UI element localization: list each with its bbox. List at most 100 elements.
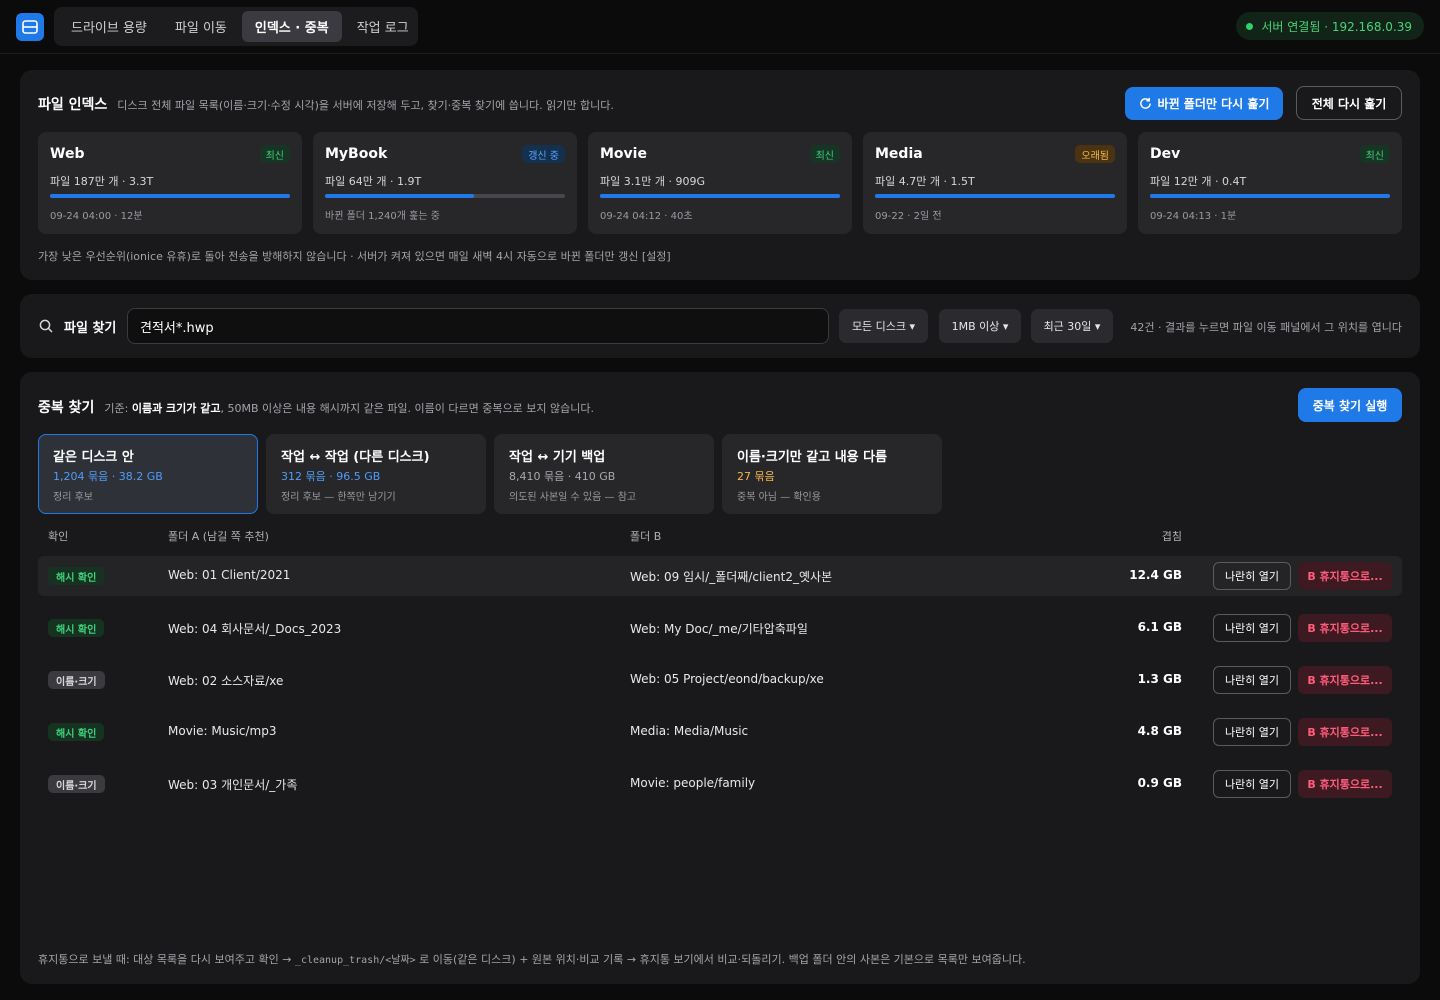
status-badge: 갱신 중 (522, 145, 565, 163)
drive-app-icon[interactable] (16, 13, 44, 41)
progress-fill (875, 194, 1115, 198)
progress-fill (325, 194, 474, 198)
disk-card-movie[interactable]: Movie 최신 파일 3.1만 개 · 909G 09-24 04:12 · … (588, 132, 852, 234)
dup-category-note: 정리 후보 — 한쪽만 남기기 (281, 492, 396, 503)
folder-a-path: Web: 02 소스자료/xe (168, 674, 284, 688)
folder-b-path: Movie: people/family (630, 776, 756, 790)
disk-name: Dev (1150, 146, 1181, 162)
duplicates-title: 중복 찾기 (38, 400, 95, 416)
disk-card-mybook[interactable]: MyBook 갱신 중 파일 64만 개 · 1.9T 바뀐 폴더 1,240개… (313, 132, 577, 234)
disk-card-dev[interactable]: Dev 최신 파일 12만 개 · 0.4T 09-24 04:13 · 1분 (1138, 132, 1402, 234)
disk-updated: 09-24 04:00 · 12분 (50, 211, 143, 222)
progress-fill (1150, 194, 1390, 198)
search-icon (39, 319, 53, 333)
status-badge: 해시 확인 (48, 723, 105, 741)
size-filter-dropdown[interactable]: 1MB 이상 ▾ (939, 309, 1021, 343)
move-b-to-trash-button[interactable]: B 휴지통으로... (1298, 666, 1392, 694)
file-search-title: 파일 찾기 (64, 321, 117, 336)
refresh-changed-label: 바뀐 폴더만 다시 훑기 (1157, 97, 1270, 111)
status-badge: 해시 확인 (48, 567, 105, 585)
dup-category-note: 정리 후보 (53, 492, 93, 503)
run-duplicates-button[interactable]: 중복 찾기 실행 (1298, 388, 1402, 422)
progress-bar (600, 194, 840, 198)
overlap-size: 0.9 GB (1137, 776, 1182, 790)
table-row[interactable]: 해시 확인 Web: 04 회사문서/_Docs_2023 Web: My Do… (38, 608, 1402, 648)
overlap-size: 12.4 GB (1129, 568, 1182, 582)
main-tabs: 드라이브 용량 파일 이동 인덱스 · 중복 작업 로그 (54, 7, 418, 46)
duplicates-criteria: 기준: 이름과 크기가 같고, 50MB 이상은 내용 해시까지 같은 파일. … (104, 402, 594, 415)
top-bar: 드라이브 용량 파일 이동 인덱스 · 중복 작업 로그 서버 연결됨 · 19… (0, 0, 1440, 54)
move-b-to-trash-button[interactable]: B 휴지통으로... (1298, 562, 1392, 590)
dup-category-title: 이름·크기만 같고 내용 다름 (737, 450, 888, 465)
disk-info: 파일 3.1만 개 · 909G (600, 175, 705, 188)
folder-a-path: Movie: Music/mp3 (168, 724, 277, 738)
folder-b-path: Web: 09 임시/_폴더째/client2_옛사본 (630, 570, 833, 584)
tab-index-duplicates[interactable]: 인덱스 · 중복 (241, 11, 342, 42)
overlap-size: 6.1 GB (1137, 620, 1182, 634)
folder-b-path: Web: My Doc/_me/기타압축파일 (630, 622, 808, 636)
disk-updated: 09-22 · 2일 전 (875, 211, 942, 222)
open-side-by-side-button[interactable]: 나란히 열기 (1213, 614, 1291, 642)
table-row[interactable]: 해시 확인 Web: 01 Client/2021 Web: 09 임시/_폴더… (38, 556, 1402, 596)
dup-category-title: 작업 ↔ 기기 백업 (509, 450, 606, 465)
refresh-icon (1139, 97, 1151, 109)
dup-category-work-backup[interactable]: 작업 ↔ 기기 백업 8,410 묶음 · 410 GB 의도된 사본일 수 있… (494, 434, 714, 514)
move-b-to-trash-button[interactable]: B 휴지통으로... (1298, 770, 1392, 798)
progress-fill (600, 194, 840, 198)
status-badge: 이름·크기 (48, 671, 105, 689)
disk-info: 파일 64만 개 · 1.9T (325, 175, 422, 188)
dup-category-same-disk[interactable]: 같은 디스크 안 1,204 묶음 · 38.2 GB 정리 후보 (38, 434, 258, 514)
folder-a-path: Web: 01 Client/2021 (168, 568, 291, 582)
table-row[interactable]: 이름·크기 Web: 03 개인문서/_가족 Movie: people/fam… (38, 764, 1402, 804)
table-row[interactable]: 이름·크기 Web: 02 소스자료/xe Web: 05 Project/eo… (38, 660, 1402, 700)
open-side-by-side-button[interactable]: 나란히 열기 (1213, 718, 1291, 746)
status-badge: 이름·크기 (48, 775, 105, 793)
move-b-to-trash-button[interactable]: B 휴지통으로... (1298, 614, 1392, 642)
folder-b-path: Web: 05 Project/eond/backup/xe (630, 672, 824, 686)
column-header-folder-b: 폴더 B (630, 530, 662, 543)
date-filter-dropdown[interactable]: 최근 30일 ▾ (1031, 309, 1113, 343)
dup-category-name-size-only[interactable]: 이름·크기만 같고 내용 다름 27 묶음 중복 아님 — 확인용 (722, 434, 942, 514)
disk-info: 파일 12만 개 · 0.4T (1150, 175, 1247, 188)
progress-bar (50, 194, 290, 198)
disk-updated: 09-24 04:13 · 1분 (1150, 211, 1237, 222)
progress-bar (1150, 194, 1390, 198)
dup-category-work-work[interactable]: 작업 ↔ 작업 (다른 디스크) 312 묶음 · 96.5 GB 정리 후보 … (266, 434, 486, 514)
status-badge: 최신 (259, 145, 290, 163)
disk-card-media[interactable]: Media 오래됨 파일 4.7만 개 · 1.5T 09-22 · 2일 전 (863, 132, 1127, 234)
file-index-title: 파일 인덱스 (38, 97, 108, 113)
progress-bar (875, 194, 1115, 198)
move-b-to-trash-button[interactable]: B 휴지통으로... (1298, 718, 1392, 746)
refresh-changed-button[interactable]: 바뀐 폴더만 다시 훑기 (1125, 87, 1283, 120)
refresh-all-button[interactable]: 전체 다시 훑기 (1296, 86, 1402, 120)
dup-category-title: 같은 디스크 안 (53, 450, 134, 465)
open-side-by-side-button[interactable]: 나란히 열기 (1213, 666, 1291, 694)
file-search-panel: 파일 찾기 모든 디스크 ▾ 1MB 이상 ▾ 최근 30일 ▾ 42건 · 결… (20, 294, 1420, 358)
status-badge: 해시 확인 (48, 619, 105, 637)
search-input[interactable] (127, 308, 829, 344)
index-schedule-note: 가장 낮은 우선순위(ionice 유휴)로 돌아 전송을 방해하지 않습니다 … (38, 250, 671, 263)
disk-name: Web (50, 146, 85, 162)
disk-name: Media (875, 146, 923, 162)
tab-file-move[interactable]: 파일 이동 (162, 11, 240, 42)
open-side-by-side-button[interactable]: 나란히 열기 (1213, 770, 1291, 798)
column-header-folder-a: 폴더 A (남길 쪽 추천) (168, 530, 269, 543)
folder-a-path: Web: 03 개인문서/_가족 (168, 778, 298, 792)
disk-name: MyBook (325, 146, 388, 162)
overlap-size: 4.8 GB (1137, 724, 1182, 738)
open-side-by-side-button[interactable]: 나란히 열기 (1213, 562, 1291, 590)
table-row[interactable]: 해시 확인 Movie: Music/mp3 Media: Media/Musi… (38, 712, 1402, 752)
column-header-check: 확인 (48, 530, 69, 543)
disk-filter-dropdown[interactable]: 모든 디스크 ▾ (839, 309, 928, 343)
dup-category-note: 중복 아님 — 확인용 (737, 492, 821, 503)
folder-a-path: Web: 04 회사문서/_Docs_2023 (168, 622, 342, 636)
file-index-description: 디스크 전체 파일 목록(이름·크기·수정 시각)을 서버에 저장해 두고, 찾… (117, 99, 614, 112)
disk-name: Movie (600, 146, 647, 162)
column-header-overlap: 겹침 (1161, 530, 1182, 543)
tab-job-log[interactable]: 작업 로그 (344, 11, 422, 42)
dup-category-count: 8,410 묶음 · 410 GB (509, 470, 616, 483)
status-dot-icon (1246, 22, 1254, 30)
disk-card-web[interactable]: Web 최신 파일 187만 개 · 3.3T 09-24 04:00 · 12… (38, 132, 302, 234)
disk-updated: 09-24 04:12 · 40초 (600, 211, 693, 222)
tab-drive-capacity[interactable]: 드라이브 용량 (58, 11, 160, 42)
